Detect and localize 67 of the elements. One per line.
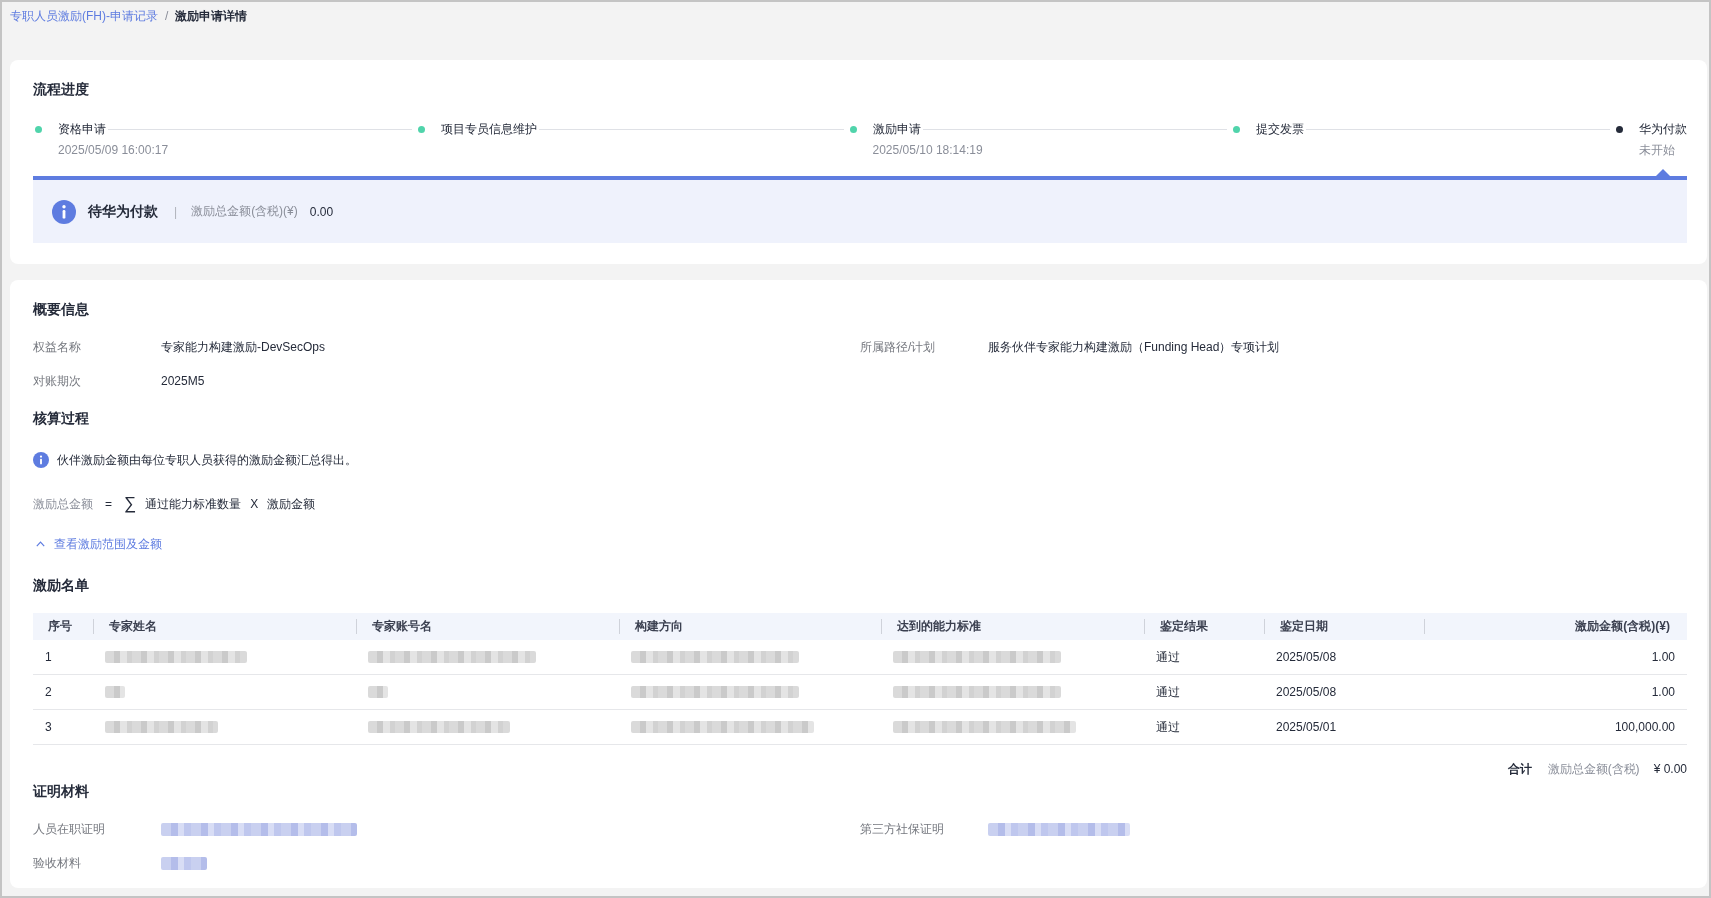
section-title: 流程进度: [33, 80, 89, 99]
field-label: 验收材料: [33, 855, 81, 872]
total-amount: ¥ 0.00: [1653, 761, 1687, 778]
total-amount-label: 激励总金额(含税): [1547, 761, 1640, 778]
table-cell: 通过: [1156, 718, 1180, 736]
blurred-link[interactable]: [988, 822, 1130, 836]
section-title: 证明材料: [33, 782, 89, 801]
info-icon: [33, 452, 49, 468]
field-label: 人员在职证明: [33, 821, 105, 838]
info-note: 伙伴激励金额由每位专职人员获得的激励金额汇总得出。: [57, 452, 357, 469]
step-label: 资格申请: [58, 121, 106, 138]
table-cell: 1.00: [1651, 650, 1675, 664]
step-label: 华为付款: [1639, 121, 1687, 138]
field-value: 专家能力构建激励-DevSecOps: [161, 339, 326, 356]
divider-text: |: [174, 204, 178, 219]
section-title: 激励名单: [33, 576, 89, 595]
column-header: 达到的能力标准: [897, 618, 981, 635]
equals-sign: =: [105, 496, 112, 513]
step-detail: 2025/05/09 16:00:17: [58, 143, 169, 157]
step-detail: 未开始: [1639, 143, 1675, 157]
step-label: 项目专员信息维护: [441, 121, 538, 138]
step-label: 提交发票: [1255, 121, 1304, 138]
breadcrumb-separator: /: [165, 8, 169, 25]
field-value: 2025M5: [161, 373, 205, 390]
table-cell: 2025/05/01: [1276, 720, 1337, 734]
table-cell: 2025/05/08: [1276, 650, 1337, 664]
info-icon: [52, 199, 76, 224]
toggle-link[interactable]: 查看激励范围及金额: [33, 534, 162, 554]
blurred-link[interactable]: [161, 822, 357, 836]
column-header: 鉴定日期: [1280, 618, 1328, 635]
breadcrumb-current: 激励申请详情: [175, 8, 248, 25]
field-label: 权益名称: [33, 339, 81, 356]
table-cell: 通过: [1156, 648, 1180, 666]
table-cell: 100,000.00: [1614, 720, 1675, 734]
status-title: 待华为付款: [88, 202, 158, 221]
breadcrumb-link[interactable]: 专职人员激励(FH)-申请记录: [10, 6, 158, 26]
field-label: 对账期次: [33, 373, 81, 390]
column-header: 构建方向: [635, 618, 683, 635]
sum-symbol: ∑: [124, 494, 137, 514]
section-title: 核算过程: [33, 409, 89, 428]
column-header: 鉴定结果: [1160, 618, 1208, 635]
blurred-text: [105, 686, 125, 698]
field-value: 服务伙伴专家能力构建激励（Funding Head）专项计划: [988, 339, 1280, 356]
table-cell: 通过: [1156, 683, 1180, 701]
blurred-text: [368, 686, 388, 698]
section-title: 概要信息: [33, 300, 89, 319]
table-cell: 1.00: [1651, 685, 1675, 699]
field-label: 所属路径/计划: [860, 339, 936, 356]
total-label: 合计: [1507, 761, 1532, 778]
field-label: 第三方社保证明: [860, 821, 944, 838]
formula-term: 激励总金额: [33, 496, 93, 513]
column-header: 序号: [48, 618, 72, 635]
formula-term: 通过能力标准数量: [145, 496, 242, 513]
step-detail: 2025/05/10 18:14:19: [872, 143, 983, 157]
amount-value: 0.00: [309, 204, 334, 219]
step-label: 激励申请: [872, 121, 921, 138]
column-header: 专家姓名: [109, 618, 157, 635]
table-cell: 2: [45, 685, 52, 699]
column-header: 激励金额(含税)(¥): [1575, 618, 1670, 635]
times-sign: X: [250, 496, 259, 513]
table-cell: 1: [45, 650, 52, 664]
table-cell: 2025/05/08: [1276, 685, 1337, 699]
amount-label: 激励总金额(含税)(¥): [191, 203, 298, 220]
table-cell: 3: [45, 720, 52, 734]
column-header: 专家账号名: [372, 618, 432, 635]
formula-term: 激励金额: [267, 496, 316, 513]
blurred-link[interactable]: [161, 856, 207, 870]
